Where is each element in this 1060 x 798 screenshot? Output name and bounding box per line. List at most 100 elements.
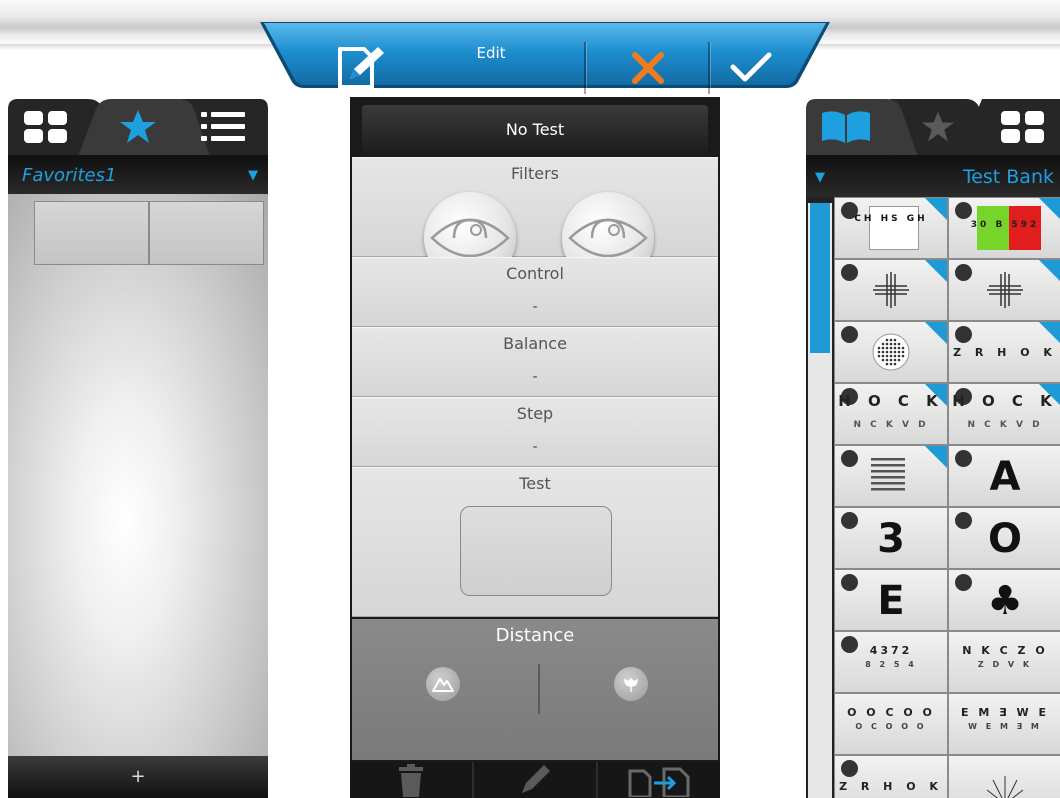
- far-badge-icon: [841, 760, 858, 777]
- test-bank-list: CH HS GH 30 B 592 Z R H O K H O C KN C K V …: [806, 197, 1060, 798]
- favorites-panel: Favorites1 ▼ +: [8, 97, 268, 798]
- test-tile[interactable]: [834, 259, 948, 321]
- test-tile[interactable]: N K C Z O Z D V K: [948, 631, 1060, 693]
- test-tile[interactable]: 4372 8 2 5 4: [834, 631, 948, 693]
- test-tile[interactable]: [834, 321, 948, 383]
- edit-label: Edit: [476, 44, 506, 62]
- more-variants-corner-icon: [925, 384, 947, 406]
- distance-label: Distance: [495, 625, 575, 646]
- test-tile[interactable]: H O C KN C K V D: [948, 383, 1060, 445]
- test-tile[interactable]: E M Ǝ W E W E M Ǝ M: [948, 693, 1060, 755]
- balance-section[interactable]: Balance -: [352, 327, 718, 397]
- test-tile[interactable]: [834, 445, 948, 507]
- dropdown-arrow-icon: ▼: [248, 168, 258, 183]
- small-text-chart-preview: [871, 458, 905, 498]
- tile-chart-text: N C K V D: [853, 420, 929, 430]
- step-label: Step: [516, 404, 554, 423]
- test-bank-title: Test Bank: [962, 166, 1054, 188]
- tab-test-library[interactable]: [816, 97, 876, 157]
- favorites-area: [8, 194, 268, 756]
- test-label: Test: [519, 474, 551, 493]
- edit-icon-button[interactable]: [320, 42, 400, 94]
- test-tile[interactable]: O O C O O O C O O O: [834, 693, 948, 755]
- test-tile[interactable]: [948, 259, 1060, 321]
- add-favorite-button[interactable]: +: [8, 756, 268, 798]
- test-bank-selector[interactable]: ▼ Test Bank: [806, 157, 1060, 197]
- more-variants-corner-icon: [925, 322, 947, 344]
- close-icon: [632, 52, 664, 84]
- distance-divider: [538, 664, 540, 714]
- test-drop-slot[interactable]: [460, 506, 612, 596]
- toolbar-separator: [708, 42, 710, 94]
- tile-optotype: 3: [877, 516, 905, 562]
- tile-chart-text: O C O O O: [855, 722, 927, 731]
- more-variants-corner-icon: [925, 198, 947, 220]
- pencil-icon: [522, 765, 550, 793]
- tile-optotype: E: [877, 578, 905, 624]
- test-tile[interactable]: Z R H O K: [948, 321, 1060, 383]
- test-tile[interactable]: 30 B 592: [948, 197, 1060, 259]
- test-tile[interactable]: H O C KN C K V D: [834, 383, 948, 445]
- tab-list[interactable]: [192, 97, 254, 157]
- mountain-icon: [432, 678, 454, 692]
- tab-grid[interactable]: [16, 97, 76, 157]
- favorite-slot[interactable]: [149, 201, 264, 265]
- delete-button[interactable]: [350, 762, 474, 798]
- copy-test-button[interactable]: [598, 762, 720, 798]
- test-tile[interactable]: Z R H O K: [834, 755, 948, 798]
- filters-section: Filters: [352, 157, 718, 284]
- tab-favorites[interactable]: [108, 97, 168, 157]
- dropdown-arrow-icon: ▼: [815, 169, 825, 185]
- control-value: -: [532, 299, 538, 315]
- tile-optotype: ♣: [987, 578, 1023, 624]
- favorites-selector[interactable]: Favorites1 ▼: [8, 157, 268, 194]
- confirm-button[interactable]: [712, 42, 790, 94]
- tile-chart-text: Z R H O K: [953, 346, 1057, 359]
- grid-icon: [24, 111, 67, 143]
- grid-icon: [1001, 111, 1044, 143]
- copy-icon: [628, 767, 690, 797]
- favorite-slot[interactable]: [34, 201, 149, 265]
- test-bank-scrollbar[interactable]: [808, 203, 832, 798]
- near-badge-icon: [955, 264, 972, 281]
- scrollbar-thumb[interactable]: [810, 203, 830, 353]
- tile-chart-text: 30 B 592: [970, 220, 1040, 230]
- test-tile[interactable]: CH HS GH: [834, 197, 948, 259]
- cancel-button[interactable]: [588, 42, 708, 94]
- test-bank-panel: ▼ Test Bank CH HS GH 30 B 592 Z R H O K H O…: [806, 97, 1060, 798]
- more-variants-corner-icon: [1039, 198, 1060, 220]
- book-icon: [822, 111, 870, 143]
- near-distance-button[interactable]: [614, 667, 648, 701]
- tile-optotype: A: [989, 454, 1021, 500]
- tab-grid[interactable]: [992, 97, 1054, 157]
- cross-grid-preview: [871, 270, 911, 314]
- test-tile[interactable]: E: [834, 569, 948, 631]
- step-section[interactable]: Step -: [352, 397, 718, 467]
- dot-pattern-preview: [871, 332, 911, 376]
- trash-icon: [399, 764, 423, 797]
- tile-chart-text: N K C Z O: [962, 644, 1048, 657]
- test-tile[interactable]: O: [948, 507, 1060, 569]
- tile-chart-text: 4372: [869, 644, 913, 657]
- favorites-title: Favorites1: [22, 165, 117, 186]
- tile-optotype: O: [987, 516, 1022, 562]
- far-distance-button[interactable]: [426, 667, 460, 701]
- current-test-header[interactable]: No Test: [362, 105, 708, 155]
- edit-test-button[interactable]: [474, 762, 598, 798]
- tab-favorites[interactable]: [910, 97, 966, 157]
- test-detail-panel: No Test Filters Control - Balance - Step…: [350, 97, 720, 798]
- flower-icon: [624, 677, 638, 692]
- test-tile[interactable]: A: [948, 445, 1060, 507]
- toolbar-separator: [584, 42, 586, 94]
- checkmark-icon: [730, 52, 772, 82]
- more-variants-corner-icon: [925, 260, 947, 282]
- test-tile[interactable]: [948, 755, 1060, 798]
- control-section[interactable]: Control -: [352, 257, 718, 327]
- favorites-grid: [34, 201, 264, 265]
- plus-icon: +: [130, 766, 146, 787]
- test-tile[interactable]: 3: [834, 507, 948, 569]
- far-badge-icon: [841, 326, 858, 343]
- test-tile[interactable]: ♣: [948, 569, 1060, 631]
- balance-value: -: [532, 369, 538, 385]
- more-variants-corner-icon: [1039, 260, 1060, 282]
